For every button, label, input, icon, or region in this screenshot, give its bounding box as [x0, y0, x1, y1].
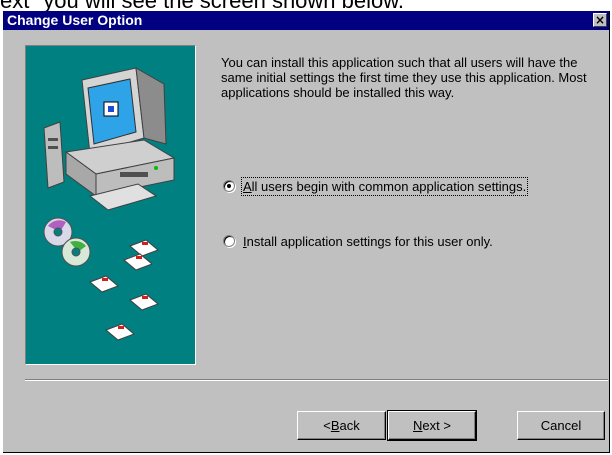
radio-all-users[interactable]	[223, 180, 235, 192]
separator	[25, 379, 608, 381]
option-this-user-label[interactable]: Install application settings for this us…	[243, 234, 493, 249]
close-button[interactable]: ×	[593, 13, 607, 27]
back-button[interactable]: < Back	[297, 411, 386, 440]
radio-this-user[interactable]	[223, 235, 235, 247]
cancel-button[interactable]: Cancel	[517, 411, 605, 440]
option-all-users[interactable]: All users begin with common application …	[223, 176, 529, 196]
change-user-option-dialog: Change User Option × You can install thi…	[3, 11, 610, 453]
setup-illustration	[25, 45, 196, 365]
title-bar[interactable]: Change User Option ×	[3, 11, 609, 30]
next-button[interactable]: Next >	[387, 410, 477, 441]
dialog-title: Change User Option	[7, 12, 143, 28]
background-caption: ext" you will see the screen shown below…	[0, 0, 612, 11]
option-this-user[interactable]: Install application settings for this us…	[223, 232, 493, 250]
intro-text: You can install this application such th…	[221, 55, 587, 100]
option-all-users-label[interactable]: All users begin with common application …	[240, 176, 529, 196]
computer-with-disks-icon	[43, 67, 176, 341]
close-icon: ×	[594, 13, 606, 27]
